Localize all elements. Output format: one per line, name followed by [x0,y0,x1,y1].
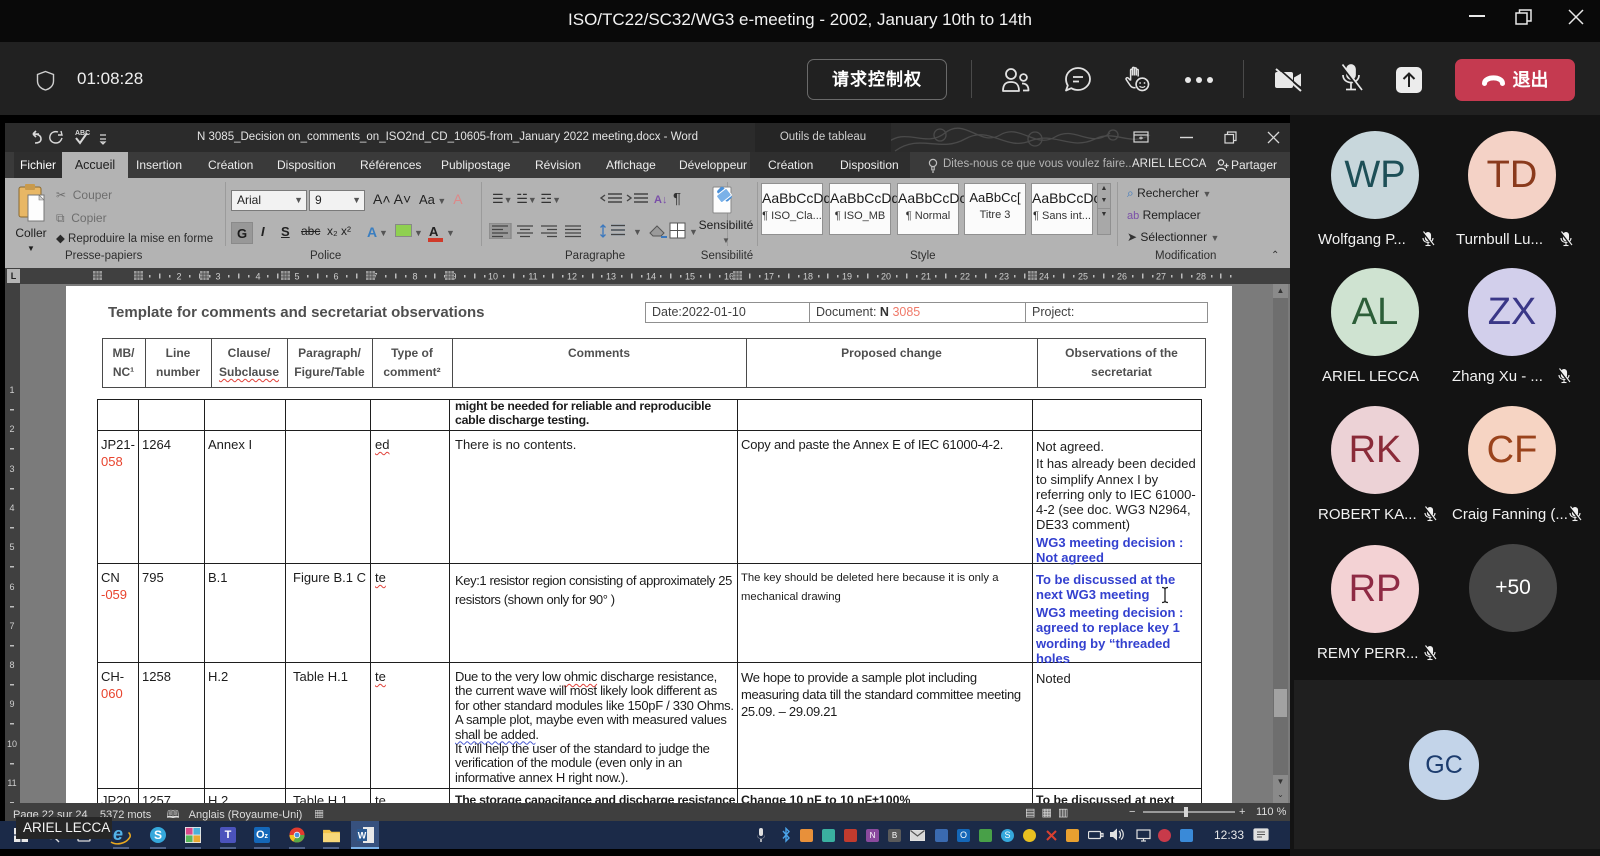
svg-text:11: 11 [7,778,16,788]
svg-text:26: 26 [1117,272,1127,282]
svg-text:10: 10 [7,739,17,749]
svg-text:3: 3 [215,272,220,282]
svg-text:11: 11 [528,272,537,282]
svg-text:8: 8 [412,272,417,282]
svg-text:22: 22 [960,272,970,282]
svg-text:4: 4 [255,272,260,282]
svg-text:2: 2 [9,424,14,434]
svg-text:25: 25 [1078,272,1088,282]
svg-text:28: 28 [1196,272,1206,282]
svg-text:19: 19 [842,272,852,282]
svg-text:10: 10 [488,272,498,282]
svg-text:20: 20 [881,272,891,282]
svg-text:13: 13 [606,272,616,282]
svg-text:1: 1 [9,385,14,395]
svg-text:6: 6 [9,582,14,592]
svg-text:15: 15 [685,272,695,282]
svg-text:5: 5 [9,542,14,552]
svg-text:4: 4 [9,503,14,513]
svg-text:9: 9 [9,699,14,709]
svg-text:5: 5 [294,272,299,282]
svg-text:ABC: ABC [75,130,90,137]
svg-text:21: 21 [921,272,931,282]
svg-text:23: 23 [999,272,1009,282]
svg-text:27: 27 [1156,272,1166,282]
svg-text:3: 3 [9,464,14,474]
svg-text:14: 14 [646,272,656,282]
svg-text:12: 12 [567,272,577,282]
svg-text:16: 16 [724,272,734,282]
svg-text:18: 18 [803,272,813,282]
svg-text:2: 2 [176,272,181,282]
svg-text:W: W [358,831,367,841]
svg-text:17: 17 [764,272,774,282]
svg-text:A↓: A↓ [654,194,666,206]
svg-text:6: 6 [333,272,338,282]
svg-text:7: 7 [9,621,14,631]
svg-text:24: 24 [1039,272,1049,282]
svg-text:8: 8 [9,660,14,670]
